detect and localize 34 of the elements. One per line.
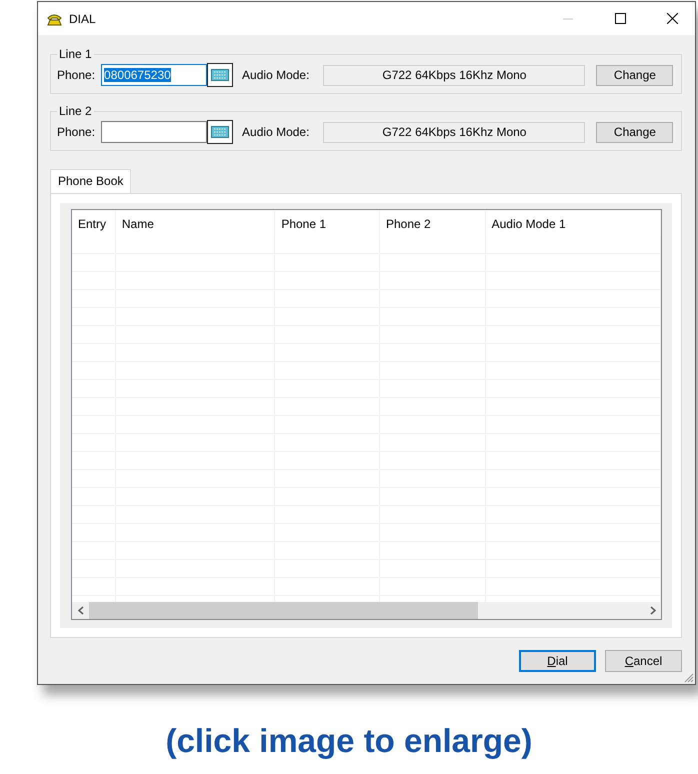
keypad-button[interactable] bbox=[207, 63, 234, 87]
column-header[interactable]: Phone 1 bbox=[275, 210, 380, 238]
change-button[interactable]: Change bbox=[596, 64, 674, 86]
phone-label: Phone: bbox=[57, 68, 96, 82]
column-header[interactable]: Entry bbox=[72, 210, 116, 238]
keyboard-icon[interactable] bbox=[211, 126, 230, 138]
group-legend: Line 2 bbox=[57, 104, 94, 118]
horizontal-scrollbar[interactable] bbox=[72, 602, 661, 619]
change-button[interactable]: Change bbox=[596, 122, 674, 142]
column-header[interactable]: Name bbox=[116, 210, 276, 238]
keypad-button[interactable] bbox=[207, 120, 234, 144]
tab[interactable]: Phone Book bbox=[50, 169, 132, 193]
column-header[interactable]: Phone 2 bbox=[380, 210, 486, 238]
scroll-right-icon[interactable] bbox=[650, 606, 656, 615]
column-header[interactable]: Audio Mode 1 bbox=[486, 210, 661, 238]
close-icon[interactable] bbox=[666, 13, 678, 24]
scroll-left-icon[interactable] bbox=[78, 606, 84, 615]
audio-mode-field: G722 64Kbps 16Khz Mono bbox=[323, 122, 586, 142]
phone-label: Phone: bbox=[57, 125, 96, 139]
dialog-button[interactable]: Dial bbox=[519, 650, 596, 672]
keyboard-icon[interactable] bbox=[211, 69, 230, 81]
phone-field[interactable]: 0800675230 bbox=[101, 64, 208, 86]
group-legend: Line 1 bbox=[57, 47, 94, 61]
resize-grip-icon[interactable] bbox=[684, 673, 694, 683]
audio-mode-field: G722 64Kbps 16Khz Mono bbox=[323, 64, 586, 86]
phone-icon bbox=[46, 12, 63, 26]
window-title: DIAL bbox=[69, 12, 97, 26]
scroll-thumb[interactable] bbox=[89, 602, 478, 619]
caption-link[interactable]: (click image to enlarge) bbox=[0, 722, 698, 760]
audio-mode-label: Audio Mode: bbox=[242, 68, 310, 82]
phone-field[interactable] bbox=[101, 121, 208, 143]
dialog-button[interactable]: Cancel bbox=[605, 650, 682, 672]
audio-mode-label: Audio Mode: bbox=[242, 125, 310, 139]
maximize-icon[interactable] bbox=[614, 13, 626, 24]
